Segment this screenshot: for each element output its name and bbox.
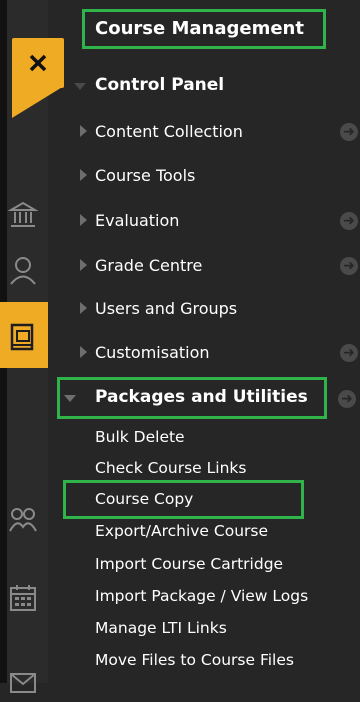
courses-icon [8, 322, 38, 352]
chevron-down-icon [64, 395, 76, 402]
menu-item-customisation[interactable]: Customisation ➜ [66, 334, 360, 374]
menu-item-evaluation[interactable]: Evaluation ➜ [66, 202, 360, 242]
sub-item-course-copy[interactable]: Course Copy [95, 490, 193, 508]
arrow-right-icon[interactable]: ➜ [340, 344, 358, 362]
calendar-icon[interactable] [8, 583, 38, 613]
menu-item-label: Course Tools [95, 166, 196, 185]
sub-item-check-course-links[interactable]: Check Course Links [95, 459, 246, 477]
chevron-right-icon [80, 214, 87, 226]
institution-icon[interactable] [7, 200, 39, 230]
sub-item-move-files-to-course-files[interactable]: Move Files to Course Files [95, 651, 294, 669]
chevron-right-icon [80, 346, 87, 358]
menu-item-label: Users and Groups [95, 299, 238, 318]
menu-item-users-and-groups[interactable]: Users and Groups [66, 290, 360, 330]
sub-item-bulk-delete[interactable]: Bulk Delete [95, 428, 185, 446]
courses-tab-active[interactable] [0, 302, 48, 368]
chevron-right-icon [80, 169, 87, 181]
profile-icon[interactable] [8, 255, 38, 285]
sub-item-export-archive-course[interactable]: Export/Archive Course [95, 522, 268, 540]
close-tab-tail [12, 86, 64, 118]
chevron-down-icon [74, 83, 86, 90]
close-menu-button[interactable] [12, 38, 64, 88]
sub-item-import-course-cartridge[interactable]: Import Course Cartridge [95, 555, 283, 573]
menu-item-course-tools[interactable]: Course Tools [66, 157, 360, 197]
menu-item-label: Customisation [95, 343, 210, 362]
messages-icon[interactable] [8, 668, 38, 698]
chevron-right-icon [80, 259, 87, 271]
menu-item-grade-centre[interactable]: Grade Centre ➜ [66, 247, 360, 287]
chevron-right-icon [80, 125, 87, 137]
arrow-right-icon[interactable]: ➜ [340, 257, 358, 275]
menu-item-content-collection[interactable]: Content Collection ➜ [66, 113, 360, 153]
menu-item-label: Content Collection [95, 122, 243, 141]
chevron-right-icon [80, 302, 87, 314]
menu-item-packages-and-utilities[interactable]: Packages and Utilities [95, 387, 308, 407]
course-management-title[interactable]: Course Management [82, 9, 326, 49]
arrow-right-icon[interactable]: ➜ [340, 212, 358, 230]
close-icon [12, 38, 64, 88]
sub-item-import-package-view-logs[interactable]: Import Package / View Logs [95, 587, 308, 605]
arrow-right-icon[interactable]: ➜ [338, 390, 356, 408]
organizations-icon[interactable] [8, 505, 38, 535]
arrow-right-icon[interactable]: ➜ [340, 123, 358, 141]
menu-item-label: Grade Centre [95, 256, 203, 275]
menu-item-label: Evaluation [95, 211, 180, 230]
control-panel-label[interactable]: Control Panel [95, 75, 224, 95]
sub-item-manage-lti-links[interactable]: Manage LTI Links [95, 619, 227, 637]
